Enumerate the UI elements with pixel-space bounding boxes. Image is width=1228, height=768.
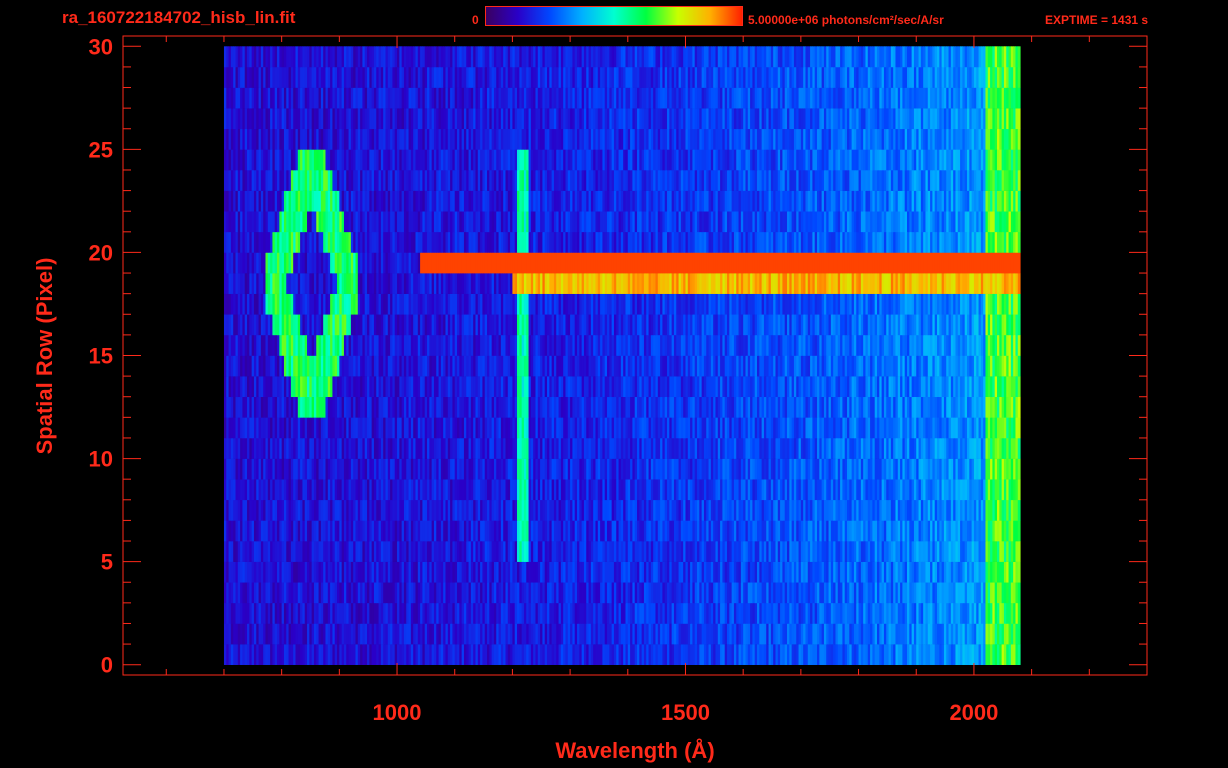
heatmap-cell [1017, 458, 1021, 480]
heatmap-cell [1017, 561, 1021, 583]
spectrum-heatmap: 1000 1500 2000 051015202530 Wavelength (Å)… [32, 34, 1148, 763]
heatmap-cell [1017, 376, 1021, 398]
heatmap-cell [1017, 582, 1021, 604]
heatmap-cell [1017, 437, 1021, 459]
heatmap-cell [1017, 644, 1021, 665]
heatmap-cells [223, 46, 1021, 665]
heatmap-cell [1017, 623, 1021, 645]
heatmap-cell [1017, 479, 1021, 501]
heatmap-cell [1017, 602, 1021, 624]
heatmap-cell [1017, 541, 1021, 562]
heatmap-cell [1017, 499, 1021, 521]
heatmap-cell [1017, 520, 1021, 542]
heatmap-cell [1017, 417, 1021, 439]
heatmap-cell [1017, 396, 1021, 418]
